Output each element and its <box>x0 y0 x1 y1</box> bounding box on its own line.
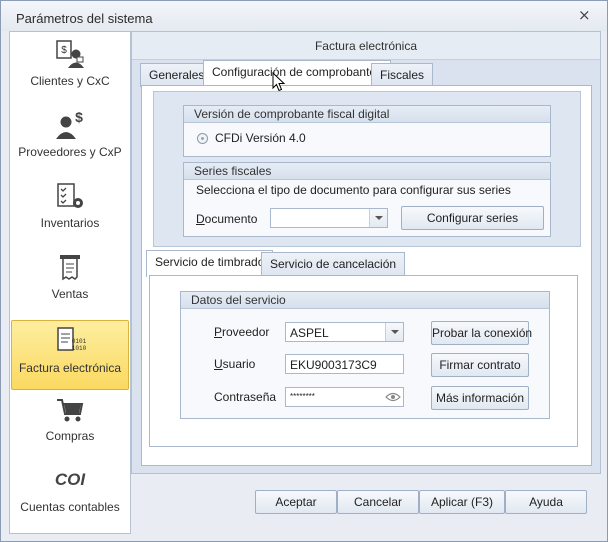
group-title: Versión de comprobante fiscal digital <box>184 106 550 123</box>
document-combo[interactable] <box>270 208 388 228</box>
series-instruction: Selecciona el tipo de documento para con… <box>196 183 511 197</box>
sidebar-item-label: Inventarios <box>40 216 100 230</box>
group-title: Datos del servicio <box>181 292 549 309</box>
inventory-checklist-icon <box>57 183 83 208</box>
title-bar: Parámetros del sistema ⨯ <box>1 1 607 31</box>
stamping-service-panel: Datos del servicio Proveedor ASPEL Proba… <box>149 275 578 447</box>
service-data-group: Datos del servicio Proveedor ASPEL Proba… <box>180 291 550 419</box>
provider-value: ASPEL <box>290 326 329 340</box>
main-panel: Factura electrónica Generales Configurac… <box>131 31 601 474</box>
provider-label: Proveedor <box>214 325 270 339</box>
tab-fiscales[interactable]: Fiscales <box>371 63 434 87</box>
sidebar: $ Clientes y CxC $ Proveedores y CxP Inv… <box>9 31 131 534</box>
group-title: Series fiscales <box>184 163 550 180</box>
sidebar-item-label: Clientes y CxC <box>30 74 110 88</box>
help-button[interactable]: Ayuda <box>505 490 587 514</box>
shopping-cart-icon <box>57 399 84 422</box>
sidebar-item-label: Factura electrónica <box>18 361 122 375</box>
tab-servicio-timbrado[interactable]: Servicio de timbrado <box>146 250 274 277</box>
system-parameters-window: Parámetros del sistema ⨯ $ Clientes y Cx… <box>0 0 608 542</box>
footer-bar: Aceptar Cancelar Aplicar (F3) Ayuda <box>131 474 601 534</box>
section-header: Factura electrónica <box>132 32 600 60</box>
sidebar-item-inventarios[interactable]: Inventarios <box>11 176 129 246</box>
receipt-icon <box>60 255 80 281</box>
sidebar-item-compras[interactable]: Compras <box>11 389 129 459</box>
document-label: Documento <box>196 212 258 226</box>
clients-money-icon: $ <box>56 40 84 68</box>
sign-contract-button[interactable]: Firmar contrato <box>431 353 529 377</box>
tab-panel: Versión de comprobante fiscal digital CF… <box>141 85 592 466</box>
sidebar-item-cuentas-contables[interactable]: COI Cuentas contables <box>11 460 129 530</box>
tab-servicio-cancelacion[interactable]: Servicio de cancelación <box>261 252 406 276</box>
sidebar-item-label: Compras <box>45 429 95 443</box>
config-area: Versión de comprobante fiscal digital CF… <box>153 91 581 247</box>
svg-text:$: $ <box>61 45 67 56</box>
user-label: Usuario <box>214 357 256 371</box>
sidebar-item-ventas[interactable]: Ventas <box>11 247 129 317</box>
electronic-invoice-icon: 0101 1010 <box>57 327 86 352</box>
sidebar-item-factura-electronica[interactable]: 0101 1010 Factura electrónica <box>11 320 129 390</box>
sidebar-item-label: Ventas <box>51 287 89 301</box>
cfdi-radio[interactable] <box>197 133 208 144</box>
provider-combo[interactable]: ASPEL <box>285 322 404 342</box>
sidebar-item-label: Cuentas contables <box>20 500 120 514</box>
user-field[interactable]: EKU9003173C9 <box>285 354 404 374</box>
mouse-cursor-icon <box>272 72 286 92</box>
sidebar-item-label: Proveedores y CxP <box>18 145 122 159</box>
password-value: ******** <box>290 392 315 401</box>
chevron-down-icon[interactable] <box>369 209 387 227</box>
window-title: Parámetros del sistema <box>16 11 153 26</box>
sidebar-item-clientes[interactable]: $ Clientes y CxC <box>11 34 129 104</box>
svg-text:0101: 0101 <box>72 338 86 345</box>
fiscal-series-group: Series fiscales Selecciona el tipo de do… <box>183 162 551 237</box>
user-value: EKU9003173C9 <box>290 358 377 372</box>
cancel-button[interactable]: Cancelar <box>337 490 419 514</box>
cfdi-option-label: CFDi Versión 4.0 <box>215 131 306 145</box>
password-label: Contraseña <box>214 390 277 404</box>
chevron-down-icon[interactable] <box>385 323 403 341</box>
configure-series-button[interactable]: Configurar series <box>401 206 544 230</box>
svg-text:1010: 1010 <box>72 345 86 352</box>
tab-configuracion-comprobantes[interactable]: Configuración de comprobantes <box>203 60 392 87</box>
test-connection-button[interactable]: Probar la conexión <box>431 321 532 345</box>
password-field[interactable]: ******** <box>285 387 404 407</box>
close-icon[interactable]: ⨯ <box>578 8 591 23</box>
sidebar-item-proveedores[interactable]: $ Proveedores y CxP <box>11 105 129 175</box>
eye-icon[interactable] <box>385 391 401 403</box>
svg-text:$: $ <box>75 110 83 125</box>
accept-button[interactable]: Aceptar <box>255 490 337 514</box>
cfdi-version-group: Versión de comprobante fiscal digital CF… <box>183 105 551 157</box>
supplier-money-icon: $ <box>56 110 83 139</box>
apply-button[interactable]: Aplicar (F3) <box>419 490 505 514</box>
more-info-button[interactable]: Más información <box>431 386 529 410</box>
coi-icon: COI <box>54 470 86 489</box>
